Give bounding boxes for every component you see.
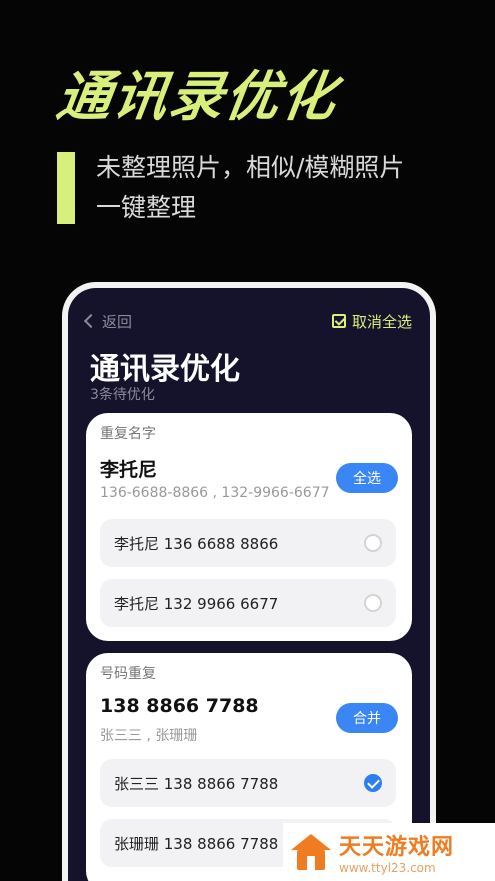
contact-row-text: 张三三 138 8866 7788 xyxy=(114,774,279,793)
pending-count: 3条待优化 xyxy=(90,387,155,403)
group-name: 李托尼 xyxy=(100,459,158,481)
group-label: 重复名字 xyxy=(100,426,156,442)
back-button[interactable]: 返回 xyxy=(83,311,133,332)
phone-frame: 返回 取消全选 通讯录优化 3条待优化 重复名字 李托尼 136-6688-88… xyxy=(62,282,436,881)
chevron-left-icon xyxy=(83,313,99,329)
hero-subtitle: 未整理照片，相似/模糊照片一键整理 xyxy=(96,153,405,222)
group-name: 138 8866 7788 xyxy=(100,695,259,717)
watermark-name: 天天游戏网 xyxy=(339,835,455,860)
group-detail: 张三三 , 张珊珊 xyxy=(100,728,198,744)
back-label: 返回 xyxy=(102,312,133,331)
radio-button[interactable] xyxy=(364,594,382,612)
duplicate-name-card: 重复名字 李托尼 136-6688-8866 , 132-9966-6677 全… xyxy=(86,413,412,641)
group-label: 号码重复 xyxy=(100,666,156,682)
checkbox-icon xyxy=(331,314,346,328)
top-bar: 返回 取消全选 xyxy=(83,308,412,334)
contact-row-text: 李托尼 136 6688 8866 xyxy=(114,534,279,553)
watermark-url: www.ttyl23.com xyxy=(339,861,436,875)
contact-row[interactable]: 张三三 138 8866 7788 xyxy=(100,759,396,807)
contact-row-text: 李托尼 132 9966 6677 xyxy=(114,594,279,613)
deselect-all-label: 取消全选 xyxy=(351,312,412,331)
radio-button[interactable] xyxy=(364,534,382,552)
hero-accent-bar xyxy=(57,152,75,224)
page-title: 通讯录优化 xyxy=(90,352,240,387)
contact-row[interactable]: 李托尼 136 6688 8866 xyxy=(100,519,396,567)
hero-title: 通讯录优化 xyxy=(52,65,342,128)
checked-radio-icon[interactable] xyxy=(364,774,382,792)
group-detail: 136-6688-8866 , 132-9966-6677 xyxy=(100,485,330,501)
house-logo-icon xyxy=(291,832,331,872)
watermark: 天天游戏网 www.ttyl23.com xyxy=(283,823,495,881)
merge-button[interactable]: 合并 xyxy=(336,703,398,733)
select-all-button[interactable]: 全选 xyxy=(336,463,398,493)
contact-row[interactable]: 李托尼 132 9966 6677 xyxy=(100,579,396,627)
deselect-all-button[interactable]: 取消全选 xyxy=(331,311,412,332)
contact-row-text: 张珊珊 138 8866 7788 xyxy=(114,834,279,853)
